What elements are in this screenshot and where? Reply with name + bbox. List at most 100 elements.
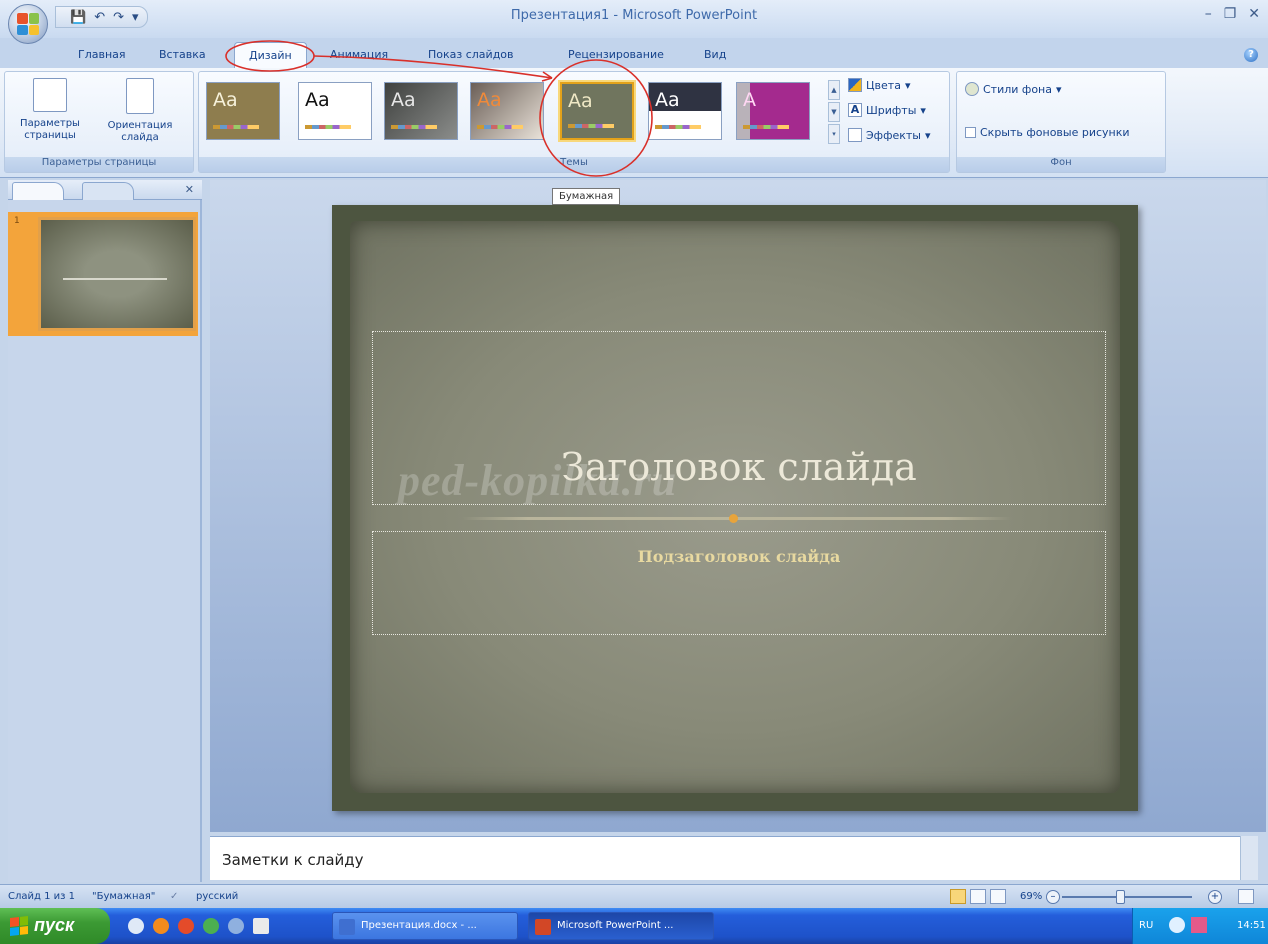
tab-view[interactable]: Вид: [704, 48, 726, 61]
effects-icon: [848, 128, 862, 142]
notes-pane[interactable]: Заметки к слайду: [210, 836, 1240, 880]
theme-fonts-button[interactable]: A Шрифты ▾: [848, 103, 926, 117]
zoom-level[interactable]: 69%: [1020, 891, 1042, 902]
theme-colors-bar: [655, 125, 701, 129]
opera-icon[interactable]: [178, 918, 194, 934]
dropdown-arrow-icon: ▾: [925, 128, 931, 142]
fonts-label: Шрифты: [866, 103, 917, 117]
system-tray: RU 14:51: [1132, 908, 1268, 944]
status-bar: Слайд 1 из 1 "Бумажная" ✓ русский 69% – …: [0, 884, 1268, 908]
office-button[interactable]: [8, 4, 48, 44]
windows-taskbar: пуск Презентация.docx - ... Microsoft Po…: [0, 908, 1268, 944]
taskbar-button-word[interactable]: Презентация.docx - ...: [332, 912, 518, 940]
theme-thumbnail[interactable]: Aa: [384, 82, 458, 140]
slides-panel: ✕ 1: [8, 180, 202, 882]
gallery-down-icon[interactable]: ▼: [828, 102, 840, 122]
maximize-icon[interactable]: ❐: [1224, 6, 1237, 22]
language-indicator[interactable]: RU: [1139, 920, 1153, 931]
theme-thumbnail[interactable]: Aa: [648, 82, 722, 140]
taskbar-button-powerpoint[interactable]: Microsoft PowerPoint ...: [528, 912, 714, 940]
normal-view-icon[interactable]: [950, 889, 966, 904]
hide-background-checkbox[interactable]: Скрыть фоновые рисунки: [965, 126, 1130, 139]
slide-sorter-view-icon[interactable]: [970, 889, 986, 904]
theme-colors-button[interactable]: Цвета ▾: [848, 78, 910, 92]
zoom-in-icon[interactable]: +: [1208, 890, 1222, 904]
tab-slides-icon[interactable]: [12, 182, 64, 200]
close-panel-icon[interactable]: ✕: [185, 183, 194, 196]
slide-number: 1: [14, 216, 20, 226]
minimize-icon[interactable]: –: [1205, 6, 1212, 22]
windows-flag-icon: [10, 916, 28, 936]
gallery-up-icon[interactable]: ▲: [828, 80, 840, 100]
ribbon: Параметры страницы Ориентация слайда Пар…: [0, 68, 1268, 178]
slide-thumbnail-selected[interactable]: 1: [8, 212, 198, 336]
title-rule-dot: [729, 514, 738, 523]
dropdown-arrow-icon: ▾: [904, 78, 911, 92]
zoom-slider-thumb[interactable]: [1116, 890, 1125, 904]
effects-label: Эффекты: [866, 128, 921, 142]
start-button[interactable]: пуск: [0, 908, 110, 944]
slideshow-view-icon[interactable]: [990, 889, 1006, 904]
tray-network-icon[interactable]: [1191, 917, 1207, 933]
checkbox-icon: [965, 127, 976, 138]
zoom-slider-track[interactable]: [1062, 896, 1192, 898]
slide-orientation-button[interactable]: Ориентация слайда: [95, 78, 185, 144]
theme-label: A: [743, 89, 756, 111]
theme-effects-button[interactable]: Эффекты ▾: [848, 128, 931, 142]
tray-app-icon[interactable]: [1169, 917, 1185, 933]
theme-thumbnail[interactable]: A: [736, 82, 810, 140]
background-styles-button[interactable]: Стили фона ▾: [965, 82, 1062, 96]
theme-colors-bar: [305, 125, 351, 129]
slide-title[interactable]: Заголовок слайда: [372, 445, 1106, 489]
slide-canvas[interactable]: ped-kopilka.ru Заголовок слайда Подзагол…: [332, 205, 1138, 811]
chrome-icon[interactable]: [203, 918, 219, 934]
app-icon[interactable]: [228, 918, 244, 934]
theme-label: Aa: [568, 90, 593, 112]
fit-to-window-icon[interactable]: [1238, 889, 1254, 904]
group-page-setup: Параметры страницы Ориентация слайда Пар…: [4, 71, 194, 173]
quick-launch: [128, 918, 269, 934]
language-status[interactable]: русский: [196, 891, 238, 902]
tab-design[interactable]: Дизайн: [234, 42, 307, 69]
show-desktop-icon[interactable]: [128, 918, 144, 934]
theme-colors-bar: [477, 125, 523, 129]
theme-thumbnail[interactable]: Aa: [206, 82, 280, 140]
theme-colors-bar: [391, 125, 437, 129]
tab-animation[interactable]: Анимация: [330, 48, 388, 61]
colors-label: Цвета: [866, 78, 901, 92]
theme-thumbnail[interactable]: Aa: [470, 82, 544, 140]
gallery-more-icon[interactable]: ▾: [828, 124, 840, 144]
notes-scrollbar[interactable]: [1240, 836, 1258, 880]
theme-thumbnail[interactable]: Aa: [298, 82, 372, 140]
tab-insert[interactable]: Вставка: [159, 48, 206, 61]
page-setup-button[interactable]: Параметры страницы: [11, 78, 89, 142]
theme-label: Aa: [305, 89, 330, 111]
help-icon[interactable]: ?: [1244, 48, 1258, 62]
close-icon[interactable]: ✕: [1248, 6, 1260, 22]
tab-slideshow[interactable]: Показ слайдов: [428, 48, 514, 61]
theme-thumbnail-selected[interactable]: Aa: [560, 82, 634, 140]
notes-placeholder: Заметки к слайду: [222, 851, 364, 869]
tab-review[interactable]: Рецензирование: [568, 48, 664, 61]
word-icon: [339, 919, 355, 935]
hide-background-label: Скрыть фоновые рисунки: [980, 126, 1130, 139]
tab-home[interactable]: Главная: [78, 48, 126, 61]
slide-subtitle[interactable]: Подзаголовок слайда: [372, 547, 1106, 566]
powerpoint-icon: [535, 919, 551, 935]
document-icon[interactable]: [253, 918, 269, 934]
group-label-page-setup: Параметры страницы: [5, 157, 193, 172]
group-label-background: Фон: [957, 157, 1165, 172]
theme-label: Aa: [477, 89, 502, 111]
page-setup-label: Параметры страницы: [20, 118, 80, 141]
page-setup-icon: [33, 78, 67, 112]
firefox-icon[interactable]: [153, 918, 169, 934]
themes-gallery-scroll: ▲ ▼ ▾: [828, 80, 840, 144]
dropdown-arrow-icon: ▾: [1055, 82, 1062, 96]
theme-label: Aa: [213, 89, 238, 111]
tab-outline-icon[interactable]: [82, 182, 134, 200]
zoom-out-icon[interactable]: –: [1046, 890, 1060, 904]
slide-count-status: Слайд 1 из 1: [8, 891, 75, 902]
spellcheck-icon[interactable]: ✓: [170, 891, 178, 902]
dropdown-arrow-icon: ▾: [920, 103, 926, 117]
theme-colors-bar: [568, 124, 614, 128]
